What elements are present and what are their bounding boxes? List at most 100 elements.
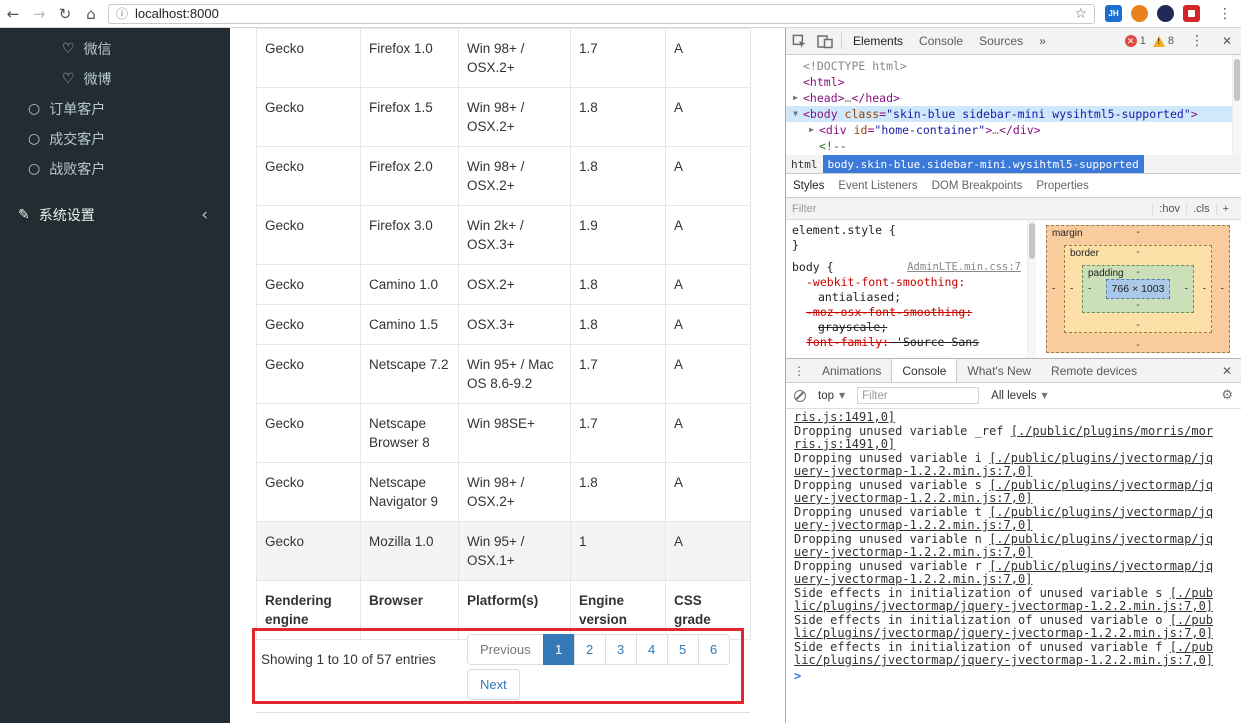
scrollbar-thumb[interactable] — [1234, 59, 1240, 101]
css-property: -moz-osx-font-smoothing: — [806, 305, 973, 319]
console-message: Dropping unused variable r [./public/plu… — [794, 558, 1215, 587]
browsers-table: Gecko Firefox 1.0 Win 98+ / OSX.2+ 1.7 A Geck… — [256, 28, 751, 640]
scrollbar[interactable] — [1027, 220, 1036, 358]
pagination-page-1[interactable]: 1 — [542, 634, 575, 665]
clear-console-icon[interactable] — [794, 389, 806, 402]
forward-icon[interactable]: → — [26, 5, 52, 23]
styles-tab-dom-breakpoints[interactable]: DOM Breakpoints — [925, 180, 1030, 192]
tree-arrow-icon[interactable]: ▼ — [790, 106, 801, 122]
box-model-padding[interactable]: padding 766 × 1003 - - - - — [1082, 265, 1194, 313]
pagination-page-2[interactable]: 2 — [573, 634, 606, 665]
drawer-close-icon[interactable]: ✕ — [1213, 364, 1241, 378]
scrollbar[interactable] — [1232, 55, 1241, 155]
table-cell: A — [665, 344, 751, 404]
sidebar-item-label: 订单客户 — [49, 101, 106, 117]
breadcrumb-html[interactable]: html — [786, 155, 823, 173]
console-settings-icon[interactable]: ⚙ — [1221, 388, 1233, 403]
extension-jh-icon[interactable]: JH — [1105, 5, 1122, 22]
bookmark-star-icon[interactable]: ☆ — [1074, 6, 1087, 22]
browser-menu-icon[interactable]: ⋮ — [1209, 6, 1241, 22]
execution-context-select[interactable]: top ▼ — [818, 390, 845, 402]
drawer-tab-what-s-new[interactable]: What's New — [957, 359, 1041, 382]
scrollbar-thumb[interactable] — [1029, 223, 1035, 259]
sidebar-item[interactable]: ○ 战败客户 — [0, 154, 230, 184]
extension-red-icon[interactable] — [1183, 5, 1200, 22]
styles-tab-event-listeners[interactable]: Event Listeners — [831, 180, 924, 192]
dom-tree-line[interactable]: ▶ <div id="home-container">…</div> — [786, 122, 1241, 138]
inspect-icon[interactable] — [786, 28, 812, 54]
devtools-close-icon[interactable]: ✕ — [1213, 34, 1241, 48]
log-level-select[interactable]: All levels ▼ — [991, 390, 1048, 402]
home-icon[interactable]: ⌂ — [78, 5, 104, 23]
pagination-page-4[interactable]: 4 — [635, 634, 668, 665]
message-source-link[interactable]: ris.js:1491,0] — [794, 410, 895, 424]
table-cell: 1.9 — [570, 205, 666, 265]
table-cell: A — [665, 403, 751, 463]
drawer-tab-animations[interactable]: Animations — [812, 359, 891, 382]
css-selector: } — [792, 238, 799, 252]
table-cell: Netscape Navigator 9 — [360, 462, 459, 522]
device-toolbar-icon[interactable] — [812, 28, 838, 54]
devtools-tab-elements[interactable]: Elements — [845, 28, 911, 55]
chevron-left-icon: ‹ — [201, 205, 208, 225]
sidebar-item[interactable]: ♡ 微信 — [0, 34, 230, 64]
margin-label: margin — [1052, 228, 1083, 239]
console-prompt[interactable]: > — [794, 669, 1215, 684]
sidebar-item[interactable]: ♡ 微博 — [0, 64, 230, 94]
dom-tree-line[interactable]: ▼ <body class="skin-blue sidebar-mini wys… — [786, 106, 1241, 122]
extension-orange-icon[interactable] — [1131, 5, 1148, 22]
tree-arrow-icon[interactable]: ▶ — [790, 90, 801, 106]
console-filter-input[interactable]: Filter — [857, 387, 980, 404]
table-row: Gecko Netscape 7.2 Win 95+ / Mac OS 8.6-9.… — [256, 344, 751, 404]
error-badge[interactable]: ✕ 1 — [1124, 35, 1146, 47]
dom-tree-line[interactable]: ▶ <head>…</head> — [786, 90, 1241, 106]
warning-badge[interactable]: 8 — [1152, 35, 1174, 47]
styles-tab-styles[interactable]: Styles — [786, 180, 831, 192]
breadcrumb-body-selected[interactable]: body.skin-blue.sidebar-mini.wysihtml5-su… — [822, 155, 1144, 173]
devtools-tab-sources[interactable]: Sources — [971, 28, 1031, 55]
table-row: Gecko Firefox 1.5 Win 98+ / OSX.2+ 1.8 A — [256, 87, 751, 147]
new-style-rule-icon[interactable]: + — [1215, 202, 1235, 215]
dom-tree-line[interactable]: <!-- — [786, 138, 1241, 154]
css-value: grayscale; — [818, 320, 888, 334]
toggle-hover-state[interactable]: :hov — [1152, 202, 1186, 215]
dom-tree-line[interactable]: <!DOCTYPE html> — [786, 58, 1241, 74]
extension-navy-icon[interactable] — [1157, 5, 1174, 22]
css-property: -webkit-font-smoothing: — [806, 275, 966, 289]
url-text: localhost:8000 — [135, 6, 219, 21]
devtools-tab-console[interactable]: Console — [911, 28, 971, 55]
drawer-tab-remote-devices[interactable]: Remote devices — [1041, 359, 1147, 382]
css-rules: element.style {} AdminLTE.min.css:7 body {… — [786, 220, 1027, 358]
styles-tab-properties[interactable]: Properties — [1029, 180, 1095, 192]
box-model-margin[interactable]: margin border padding 766 × 1003 - - - - - -… — [1046, 225, 1230, 353]
pagination-page-3[interactable]: 3 — [604, 634, 637, 665]
pagination-page-6[interactable]: 6 — [697, 634, 730, 665]
annotation-highlight-box: Showing 1 to 10 of 57 entries Previous 1 2… — [252, 628, 744, 704]
reload-icon[interactable]: ↻ — [52, 5, 78, 23]
more-tabs-icon[interactable]: » — [1031, 28, 1054, 55]
message-text: Dropping unused variable r — [794, 558, 990, 573]
sidebar-item[interactable]: ○ 订单客户 — [0, 94, 230, 124]
tree-arrow-icon[interactable]: ▶ — [806, 122, 817, 138]
box-model-content[interactable]: 766 × 1003 — [1106, 279, 1170, 299]
pagination-previous[interactable]: Previous — [467, 634, 544, 665]
url-bar[interactable]: ⓘ localhost:8000 ☆ — [108, 3, 1095, 24]
styles-filter-input[interactable]: Filter — [792, 203, 1152, 215]
stylesheet-link[interactable]: AdminLTE.min.css:7 — [907, 260, 1021, 275]
drawer-menu-icon[interactable]: ⋮ — [786, 364, 812, 378]
devtools-menu-icon[interactable]: ⋮ — [1181, 33, 1213, 49]
dom-tree-line[interactable]: <html> — [786, 74, 1241, 90]
pagination-next[interactable]: Next — [467, 669, 520, 700]
drawer-tab-console[interactable]: Console — [891, 359, 958, 382]
box-model-border[interactable]: border padding 766 × 1003 - - - - - - - - — [1064, 245, 1212, 333]
toggle-class[interactable]: .cls — [1186, 202, 1216, 215]
sidebar-item[interactable]: ○ 成交客户 — [0, 124, 230, 154]
sidebar-item-settings[interactable]: ✎ 系统设置 ‹ — [0, 198, 230, 232]
pagination-page-5[interactable]: 5 — [666, 634, 699, 665]
code-segment: <div — [819, 123, 854, 137]
back-icon[interactable]: ← — [0, 5, 26, 23]
code-segment: <head> — [803, 91, 845, 105]
table-cell: Netscape 7.2 — [360, 344, 459, 404]
table-cell: Gecko — [256, 304, 361, 345]
page-info-icon[interactable]: ⓘ — [116, 5, 128, 22]
